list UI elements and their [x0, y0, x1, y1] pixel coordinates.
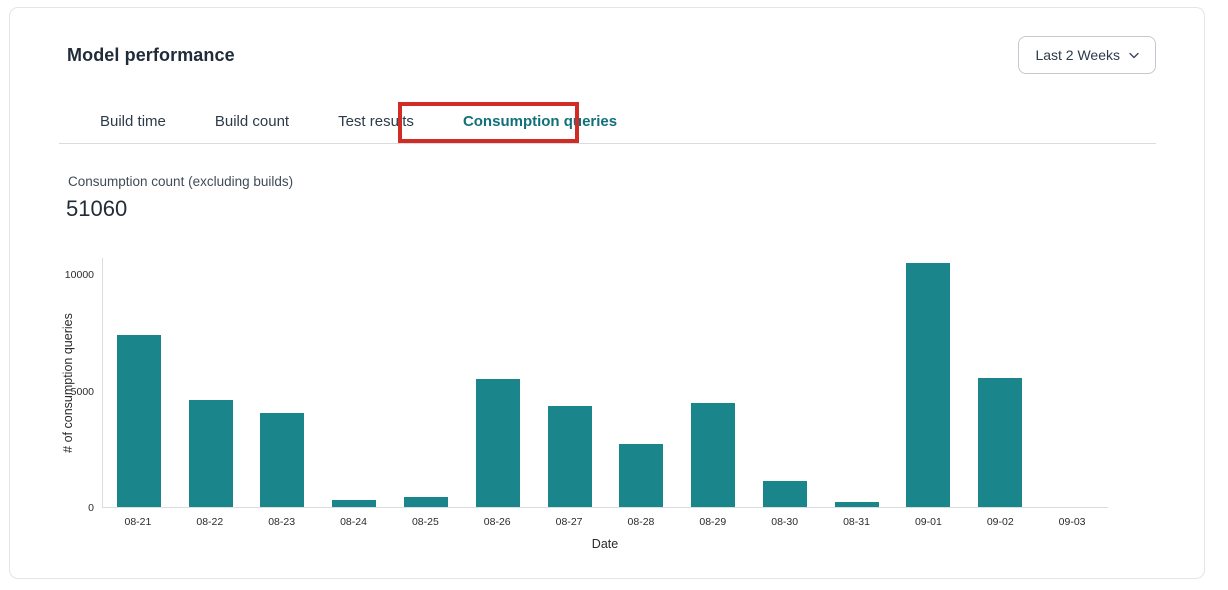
plot-area	[102, 258, 1108, 508]
y-tick-label: 10000	[65, 269, 94, 281]
x-tick-label: 08-26	[461, 515, 533, 529]
bar-series	[103, 258, 1108, 507]
bar-slot	[247, 258, 319, 507]
bar-08-30[interactable]	[763, 481, 807, 507]
bar-08-24[interactable]	[332, 500, 376, 507]
bar-08-26[interactable]	[476, 379, 520, 507]
bar-09-01[interactable]	[906, 263, 950, 507]
bar-slot	[103, 258, 175, 507]
bar-slot	[821, 258, 893, 507]
bar-08-25[interactable]	[404, 497, 448, 507]
bar-slot	[893, 258, 965, 507]
model-performance-card: Model performance Last 2 Weeks Build tim…	[9, 7, 1205, 579]
x-tick-label: 08-30	[749, 515, 821, 529]
bar-08-22[interactable]	[189, 400, 233, 507]
bar-09-02[interactable]	[978, 378, 1022, 508]
x-tick-label: 08-24	[318, 515, 390, 529]
x-tick-label: 08-31	[821, 515, 893, 529]
bar-08-31[interactable]	[835, 502, 879, 507]
x-tick-label: 08-22	[174, 515, 246, 529]
x-tick-label: 08-27	[533, 515, 605, 529]
bar-08-29[interactable]	[691, 403, 735, 507]
bar-slot	[677, 258, 749, 507]
x-axis-ticks: 08-2108-2208-2308-2408-2508-2608-2708-28…	[102, 515, 1108, 529]
x-tick-label: 09-01	[892, 515, 964, 529]
bar-slot	[175, 258, 247, 507]
x-tick-label: 08-29	[677, 515, 749, 529]
x-tick-label: 09-02	[964, 515, 1036, 529]
x-tick-label: 08-21	[102, 515, 174, 529]
y-axis-ticks: 0500010000	[10, 258, 94, 508]
y-tick-label: 5000	[71, 386, 94, 398]
bar-slot	[964, 258, 1036, 507]
bar-slot	[1036, 258, 1108, 507]
x-tick-label: 08-28	[605, 515, 677, 529]
x-tick-label: 08-23	[246, 515, 318, 529]
bar-slot	[534, 258, 606, 507]
bar-slot	[605, 258, 677, 507]
y-tick-label: 0	[88, 502, 94, 514]
bar-08-27[interactable]	[548, 406, 592, 507]
bar-08-21[interactable]	[117, 335, 161, 507]
x-tick-label: 09-03	[1036, 515, 1108, 529]
bar-slot	[390, 258, 462, 507]
bar-slot	[318, 258, 390, 507]
bar-slot	[462, 258, 534, 507]
bar-08-23[interactable]	[260, 413, 304, 507]
x-axis-title: Date	[102, 536, 1108, 552]
bar-slot	[749, 258, 821, 507]
bar-08-28[interactable]	[619, 444, 663, 507]
consumption-queries-chart: # of consumption queries 0500010000 08-2…	[10, 8, 1204, 578]
x-tick-label: 08-25	[389, 515, 461, 529]
